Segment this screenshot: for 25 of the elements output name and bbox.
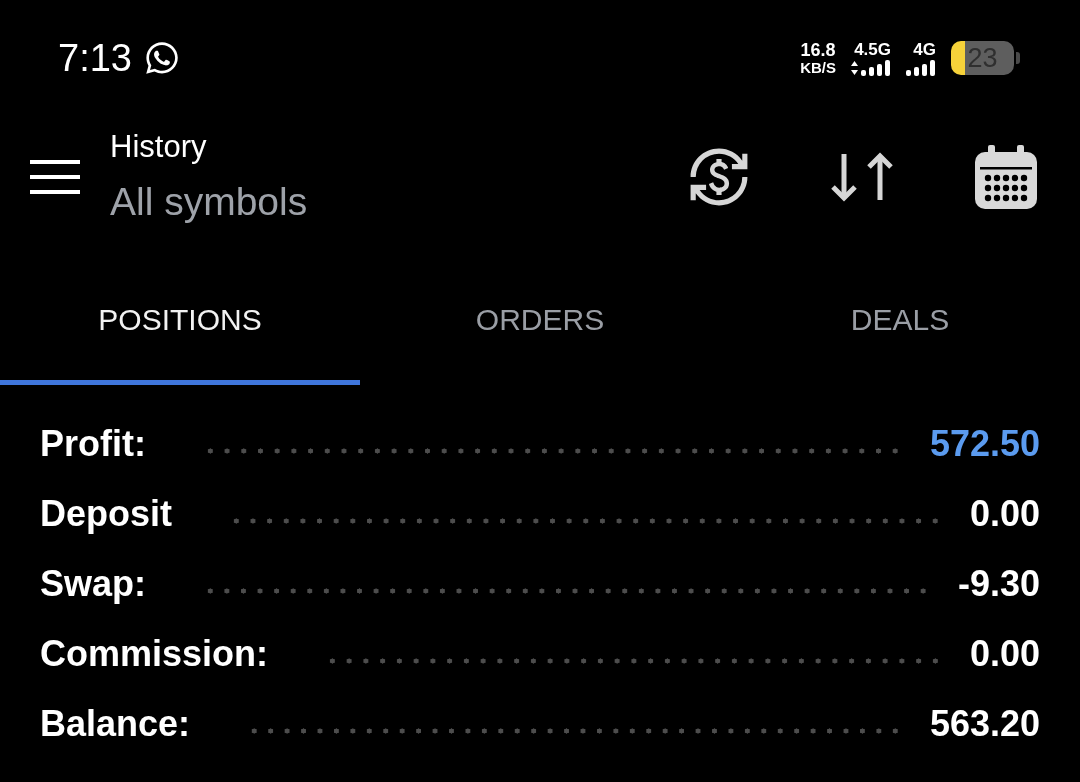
- summary-value: 572.50: [929, 423, 1040, 465]
- calendar-icon[interactable]: [974, 145, 1038, 209]
- chat-phone-icon: [143, 40, 180, 76]
- page-title: History: [110, 129, 207, 165]
- tab[interactable]: ORDERS: [360, 260, 720, 385]
- menu-icon[interactable]: [30, 160, 80, 194]
- status-time: 7:13: [58, 39, 132, 77]
- summary-value: -9.30: [957, 563, 1040, 605]
- summary-label: Profit:: [40, 423, 146, 465]
- summary-label: Swap:: [40, 563, 146, 605]
- summary-label: Balance:: [40, 703, 191, 745]
- summary-label: Commission:: [40, 633, 269, 675]
- summary-value: 563.20: [929, 703, 1040, 745]
- dollar-refresh-icon[interactable]: [688, 146, 750, 208]
- tab[interactable]: POSITIONS: [0, 260, 360, 385]
- tab[interactable]: DEALS: [720, 260, 1080, 385]
- network-speed-unit: KB/S: [800, 60, 836, 75]
- summary-value: 0.00: [969, 633, 1040, 675]
- network-speed-value: 16.8: [800, 41, 836, 59]
- up-down-arrows-icon[interactable]: [830, 151, 894, 203]
- network-type-label: 4.5G: [854, 40, 891, 58]
- summary-value: 0.00: [969, 493, 1040, 535]
- symbol-filter[interactable]: All symbols: [110, 179, 308, 225]
- summary-label: Deposit: [40, 493, 172, 535]
- network-type-label: 4G: [913, 40, 936, 58]
